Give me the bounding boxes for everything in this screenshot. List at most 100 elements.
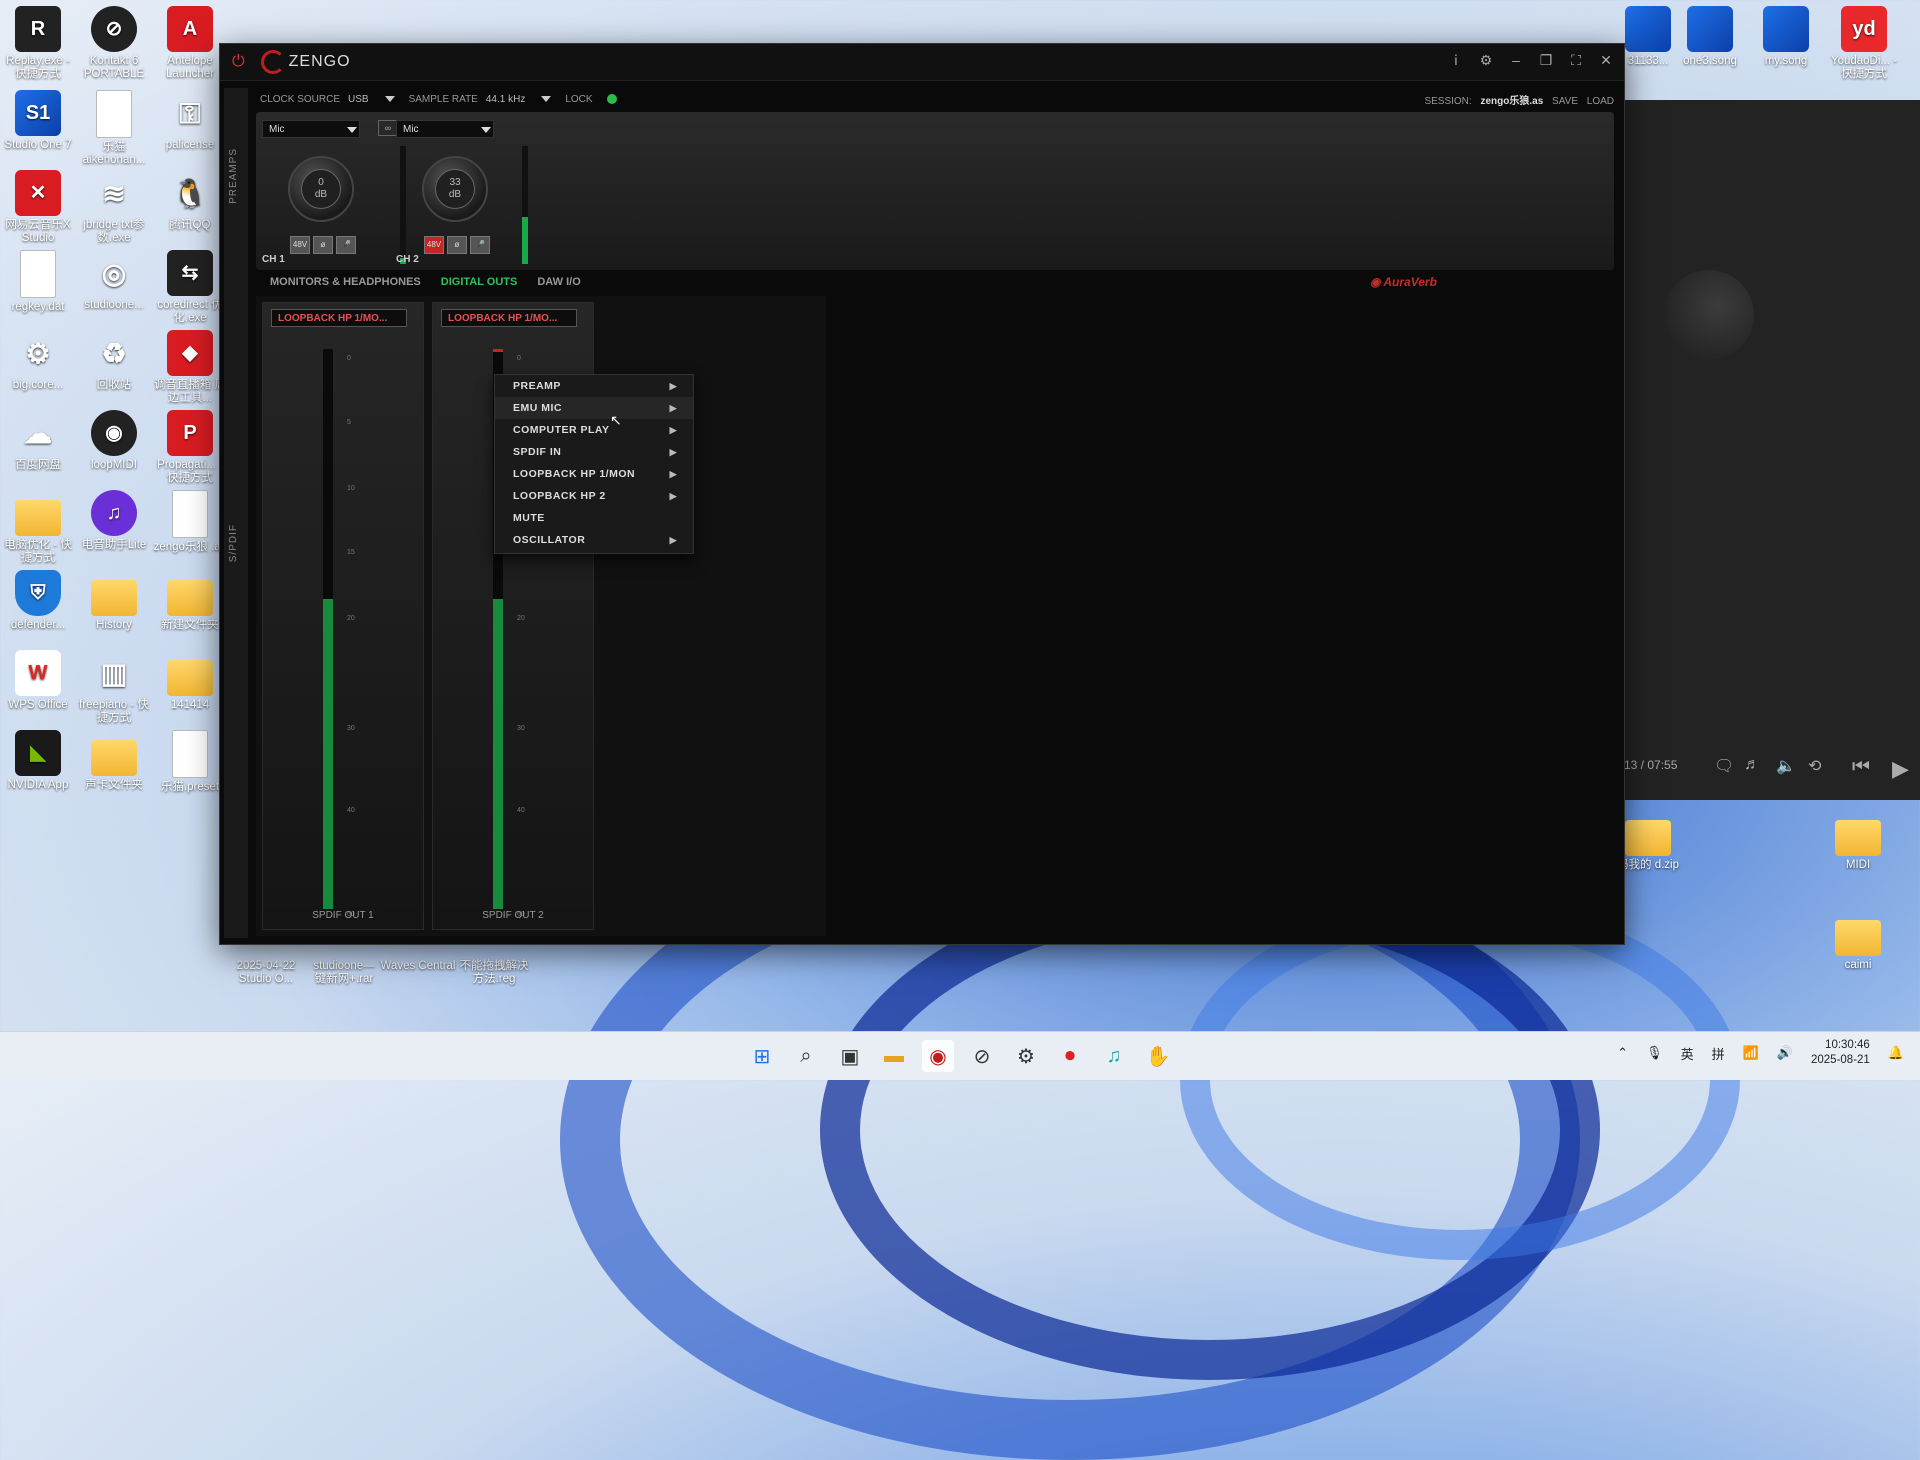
phantom-power-button[interactable]: 48V (424, 236, 444, 254)
desktop-icon[interactable]: History (76, 570, 152, 632)
zengo-taskbar-icon[interactable]: ◉ (922, 1040, 954, 1072)
save-button[interactable]: SAVE (1552, 96, 1578, 107)
link-icon[interactable]: ∞ (378, 120, 398, 136)
desktop-icon[interactable]: ≋ jbridge txt参数.exe (76, 170, 152, 245)
desktop-icon[interactable]: 不能拖拽解决 方法.reg (456, 960, 532, 986)
record-taskbar-icon[interactable]: ⏺ (1054, 1040, 1086, 1072)
desktop-icon[interactable]: zengo乐狼 .as (152, 490, 228, 554)
repeat-icon[interactable]: ⟲ (1808, 756, 1821, 776)
clock-source-value[interactable]: USB (348, 94, 369, 105)
desktop-icon[interactable]: 声卡文件夹 (76, 730, 152, 792)
tab-monitors-headphones[interactable]: MONITORS & HEADPHONES (270, 276, 421, 288)
phantom-power-button[interactable]: 48V (290, 236, 310, 254)
menu-item-preamp[interactable]: PREAMP ▶ (495, 375, 693, 397)
desktop-icon[interactable]: caimi (1820, 910, 1896, 972)
phase-invert-button[interactable]: ø (313, 236, 333, 254)
menu-item-computer-play[interactable]: COMPUTER PLAY ▶ (495, 419, 693, 441)
desktop-icon[interactable]: 141414 (152, 650, 228, 712)
task-view-icon[interactable]: ▣ (834, 1040, 866, 1072)
desktop-icon[interactable]: ♫ 电音助手Lite (76, 490, 152, 552)
previous-icon[interactable]: ⏮ (1852, 756, 1870, 779)
phase-invert-button[interactable]: ø (447, 236, 467, 254)
desktop-icon[interactable]: MIDI (1820, 810, 1896, 872)
desktop-icon[interactable]: ☁ 百度网盘 (0, 410, 76, 472)
restore-icon[interactable]: ❐ (1538, 52, 1554, 69)
desktop-icon[interactable]: 新建文件夹 (152, 570, 228, 632)
menu-item-loopback-hp-1-mon[interactable]: LOOPBACK HP 1/MON ▶ (495, 463, 693, 485)
menu-item-emu-mic[interactable]: EMU MIC ▶ (495, 397, 693, 419)
power-icon[interactable]: ⏻ (232, 53, 245, 71)
output-source-select[interactable]: LOOPBACK HP 1/MO... (441, 309, 577, 327)
load-button[interactable]: LOAD (1587, 96, 1614, 107)
desktop-icon[interactable]: ◣ NVIDIA App (0, 730, 76, 792)
desktop-icon[interactable]: one3.song (1672, 6, 1748, 68)
info-icon[interactable]: ⅰ (1448, 52, 1464, 69)
menu-item-spdif-in[interactable]: SPDIF IN ▶ (495, 441, 693, 463)
mic-icon[interactable]: 🎤 (336, 236, 356, 254)
desktop-icon[interactable]: 乐猫.preset (152, 730, 228, 794)
lyrics-icon[interactable]: ♬ (1744, 756, 1760, 774)
wifi-icon[interactable]: 📶 (1743, 1045, 1759, 1061)
sample-rate-value[interactable]: 44.1 kHz (486, 94, 525, 105)
menu-item-loopback-hp-2[interactable]: LOOPBACK HP 2 ▶ (495, 485, 693, 507)
desktop-icon[interactable]: Waves Central (380, 960, 456, 973)
gear-icon[interactable]: ⚙ (1478, 52, 1494, 69)
desktop-icon[interactable]: studioone— 键新网+.rar (306, 960, 382, 986)
menu-item-oscillator[interactable]: OSCILLATOR ▶ (495, 529, 693, 551)
desktop-icon[interactable]: 🐧 腾讯QQ (152, 170, 228, 232)
chevron-down-icon[interactable] (541, 96, 552, 102)
fullscreen-icon[interactable]: ⛶ (1568, 52, 1584, 69)
desktop-icon[interactable]: ▥ freepiano - 快捷方式 (76, 650, 152, 725)
chevron-down-icon[interactable] (384, 96, 395, 102)
desktop-icon[interactable]: 2025-04-22 Studio O... (228, 960, 304, 986)
desktop-icon[interactable]: ◆ 调音直播箱 周边工具... (152, 330, 228, 405)
auraverb-button[interactable]: ◉ AuraVerb (1370, 275, 1437, 289)
desktop-icon[interactable]: ✕ 网易云音乐X Studio (0, 170, 76, 245)
desktop-icon[interactable]: ⛨ defender... (0, 570, 76, 632)
close-icon[interactable]: ✕ (1598, 52, 1614, 69)
desktop-icon[interactable]: ⊘ Kontakt 6 PORTABLE (76, 6, 152, 81)
desktop-icon[interactable]: yd YoudaoDi... - 快捷方式 (1826, 6, 1902, 81)
clock[interactable]: 10:30:46 2025-08-21 (1811, 1038, 1870, 1068)
volume-icon[interactable]: 🔊 (1777, 1045, 1793, 1061)
tab-daw-i-o[interactable]: DAW I/O (537, 276, 580, 288)
desktop-icon[interactable]: ⇆ coredirect 优化.exe (152, 250, 228, 325)
desktop-icon[interactable]: ⚙ big.core... (0, 330, 76, 392)
mouse-taskbar-icon[interactable]: ✋ (1142, 1040, 1174, 1072)
minimize-icon[interactable]: – (1508, 52, 1524, 69)
desktop-icon[interactable]: P Propagati... - 快捷方式 (152, 410, 228, 485)
menu-item-mute[interactable]: MUTE (495, 507, 693, 529)
gain-knob-ch1[interactable]: 0 dB (288, 156, 354, 222)
tab-digital-outs[interactable]: DIGITAL OUTS (441, 276, 518, 288)
mic-icon[interactable]: 🎤 (470, 236, 490, 254)
desktop-icon[interactable]: ⚿ palicense (152, 90, 228, 152)
desktop-icon[interactable]: ♻ 回收站 (76, 330, 152, 392)
kontakt-taskbar-icon[interactable]: ⊘ (966, 1040, 998, 1072)
gain-knob-ch2[interactable]: 33 dB (422, 156, 488, 222)
desktop-icon[interactable]: ◎ studioone... (76, 250, 152, 312)
desktop-icon[interactable]: my.song (1748, 6, 1824, 68)
music-taskbar-icon[interactable]: ♫ (1098, 1040, 1130, 1072)
desktop-icon[interactable]: ◉ loopMIDI (76, 410, 152, 472)
input-select-ch1[interactable]: Mic (262, 120, 360, 138)
volume-icon[interactable]: 🔈 (1776, 756, 1796, 776)
notification-icon[interactable]: 🔔 (1888, 1045, 1904, 1061)
search-icon[interactable]: ⌕ (790, 1040, 822, 1072)
microphone-icon[interactable]: 🎙 (1646, 1045, 1663, 1061)
play-icon[interactable]: ▶ (1892, 756, 1909, 782)
desktop-icon[interactable]: W WPS Office (0, 650, 76, 712)
file-explorer-icon[interactable]: ▬ (878, 1040, 910, 1072)
output-source-select[interactable]: LOOPBACK HP 1/MO... (271, 309, 407, 327)
input-language[interactable]: 英 (1681, 1044, 1694, 1063)
settings-taskbar-icon[interactable]: ⚙ (1010, 1040, 1042, 1072)
desktop-icon[interactable]: regkey.dat (0, 250, 76, 314)
desktop-icon[interactable]: 电脑优化 - 快捷方式 (0, 490, 76, 565)
desktop-icon[interactable]: A Antelope Launcher (152, 6, 228, 81)
chevron-up-icon[interactable]: ⌃ (1617, 1045, 1628, 1061)
comment-icon[interactable]: 🗨 (1714, 756, 1734, 776)
desktop-icon[interactable]: S1 Studio One 7 (0, 90, 76, 152)
desktop-icon[interactable]: 乐猫 aikehonan... (76, 90, 152, 167)
input-select-ch2[interactable]: Mic (396, 120, 494, 138)
start-icon[interactable]: ⊞ (746, 1040, 778, 1072)
input-method[interactable]: 拼 (1712, 1044, 1725, 1063)
